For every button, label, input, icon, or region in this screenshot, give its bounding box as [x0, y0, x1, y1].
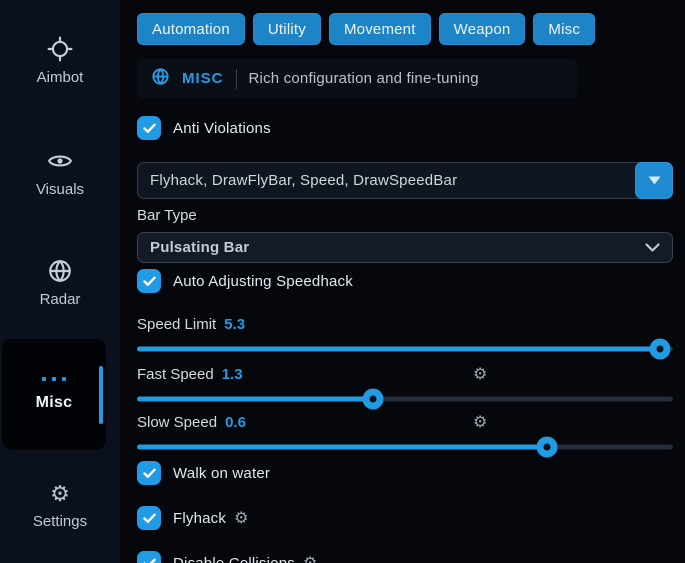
tab-misc[interactable]: Misc — [533, 13, 595, 45]
bar-type-select[interactable]: Pulsating Bar — [137, 232, 673, 263]
slider-track-fill — [137, 347, 660, 352]
sidebar-item-aimbot[interactable]: Aimbot — [0, 36, 120, 86]
section-header: MISC Rich configuration and fine-tuning — [137, 59, 577, 98]
auto-adjusting-row: Auto Adjusting Speedhack — [137, 269, 673, 293]
multiselect-dropdown-button[interactable] — [635, 162, 673, 199]
sidebar-item-label: Visuals — [36, 181, 84, 198]
checkbox-label: Anti Violations — [173, 120, 271, 137]
checkbox-label: Disable Collisions ⚙ — [173, 554, 318, 563]
sidebar-item-radar[interactable]: Radar — [0, 258, 120, 308]
checkbox-label: Auto Adjusting Speedhack — [173, 273, 353, 290]
slider-track-fill — [137, 397, 373, 402]
tab-movement[interactable]: Movement — [329, 13, 431, 45]
select-value: Pulsating Bar — [150, 239, 249, 256]
tab-utility[interactable]: Utility — [253, 13, 321, 45]
checkbox-label-text: Disable Collisions — [173, 555, 295, 563]
slider-label: Fast Speed — [137, 366, 214, 383]
tab-weapon[interactable]: Weapon — [439, 13, 526, 45]
eye-icon — [47, 148, 73, 174]
sidebar-item-misc[interactable]: Misc — [2, 339, 106, 450]
walk-on-water-row: Walk on water — [137, 461, 673, 485]
active-indicator-bar — [99, 366, 103, 424]
tab-bar: Automation Utility Movement Weapon Misc — [137, 13, 673, 45]
check-icon — [143, 513, 156, 524]
checkbox-label-text: Flyhack — [173, 510, 226, 527]
multiselect-value: Flyhack, DrawFlyBar, Speed, DrawSpeedBar — [138, 172, 636, 189]
anti-violations-row: Anti Violations — [137, 116, 673, 140]
gear-icon: ⚙ — [50, 484, 70, 506]
crosshair-icon — [47, 36, 73, 62]
slider-value: 1.3 — [222, 366, 243, 383]
check-icon — [143, 558, 156, 563]
section-title: MISC — [182, 70, 224, 87]
check-icon — [143, 276, 156, 287]
speed-limit-slider-group: Speed Limit 5.3 — [137, 315, 673, 359]
sidebar-item-visuals[interactable]: Visuals — [0, 148, 120, 198]
divider — [236, 69, 237, 89]
disable-collisions-row: Disable Collisions ⚙ — [137, 551, 673, 563]
fast-speed-slider-group: Fast Speed 1.3 ⚙ — [137, 365, 673, 409]
slider-label-row: Speed Limit 5.3 — [137, 315, 673, 333]
dots-icon — [42, 377, 66, 381]
slider-label-row: Fast Speed 1.3 ⚙ — [137, 365, 673, 383]
bar-multiselect[interactable]: Flyhack, DrawFlyBar, Speed, DrawSpeedBar — [137, 162, 673, 199]
tab-automation[interactable]: Automation — [137, 13, 245, 45]
walk-on-water-checkbox[interactable] — [137, 461, 161, 485]
anti-violations-checkbox[interactable] — [137, 116, 161, 140]
globe-icon — [151, 67, 170, 91]
bar-type-label: Bar Type — [137, 207, 673, 225]
check-icon — [143, 468, 156, 479]
disable-collisions-checkbox[interactable] — [137, 551, 161, 563]
sidebar-item-settings[interactable]: ⚙ Settings — [0, 484, 120, 530]
slider-thumb[interactable] — [649, 339, 670, 360]
slider-label-row: Slow Speed 0.6 ⚙ — [137, 413, 673, 431]
triangle-down-icon — [648, 176, 661, 185]
slider-value: 5.3 — [224, 316, 245, 333]
checkbox-label: Flyhack ⚙ — [173, 509, 249, 527]
checkbox-label: Walk on water — [173, 465, 270, 482]
section-subtitle: Rich configuration and fine-tuning — [249, 70, 479, 87]
slider-value: 0.6 — [225, 414, 246, 431]
gear-icon[interactable]: ⚙ — [473, 413, 487, 431]
sidebar-item-label: Settings — [33, 513, 87, 530]
sidebar: Aimbot Visuals Radar Misc ⚙ Settings — [0, 0, 120, 563]
globe-icon — [47, 258, 73, 284]
gear-icon[interactable]: ⚙ — [473, 365, 487, 383]
flyhack-checkbox[interactable] — [137, 506, 161, 530]
slider-track-fill — [137, 445, 547, 450]
slow-speed-slider[interactable] — [137, 437, 673, 457]
auto-adjusting-checkbox[interactable] — [137, 269, 161, 293]
slider-label: Speed Limit — [137, 316, 216, 333]
slider-thumb[interactable] — [362, 389, 383, 410]
check-icon — [143, 123, 156, 134]
sidebar-item-label: Radar — [40, 291, 81, 308]
sidebar-item-label: Aimbot — [37, 69, 84, 86]
gear-icon[interactable]: ⚙ — [234, 509, 249, 527]
slider-label: Slow Speed — [137, 414, 217, 431]
main-panel: Automation Utility Movement Weapon Misc … — [120, 0, 685, 563]
speed-limit-slider[interactable] — [137, 339, 673, 359]
slow-speed-slider-group: Slow Speed 0.6 ⚙ — [137, 413, 673, 457]
fast-speed-slider[interactable] — [137, 389, 673, 409]
chevron-down-icon — [645, 243, 660, 252]
slider-thumb[interactable] — [537, 437, 558, 458]
sidebar-item-label: Misc — [36, 394, 73, 412]
flyhack-row: Flyhack ⚙ — [137, 506, 673, 530]
gear-icon[interactable]: ⚙ — [303, 554, 318, 563]
